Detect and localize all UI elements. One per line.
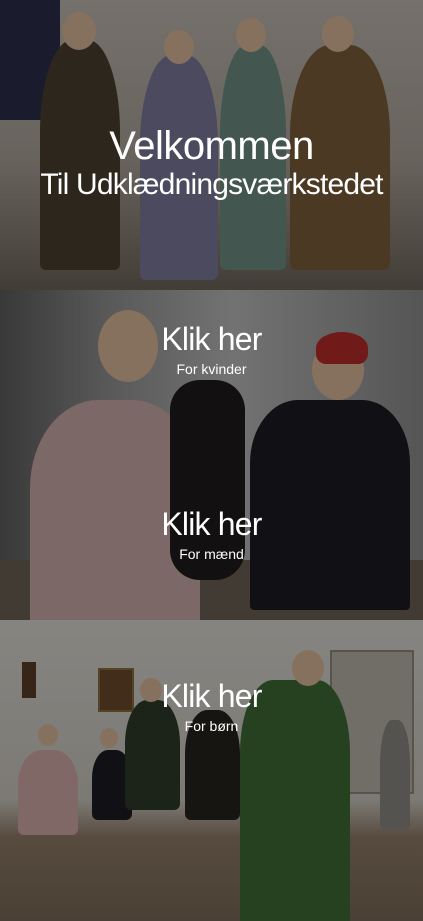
hero-section: Velkommen Til Udklædningsværkstedet — [0, 0, 423, 290]
men-link[interactable]: Klik her For mænd — [0, 506, 423, 563]
men-link-caption: For mænd — [179, 546, 244, 562]
hero-heading: Velkommen Til Udklædningsværkstedet — [0, 124, 423, 202]
kids-link-caption: For børn — [184, 718, 239, 734]
women-link-caption: For kvinder — [176, 361, 247, 377]
men-link-label: Klik her — [161, 506, 262, 542]
kids-overlay — [0, 620, 423, 921]
women-link[interactable]: Klik her For kvinder — [0, 321, 423, 378]
women-men-section: Klik her For kvinder Klik her For mænd — [0, 290, 423, 620]
welcome-title: Velkommen — [109, 124, 314, 168]
kids-section: Klik her For børn — [0, 620, 423, 921]
kids-link[interactable]: Klik her For børn — [0, 678, 423, 735]
kids-link-label: Klik her — [161, 678, 262, 714]
welcome-subtitle: Til Udklædningsværkstedet — [40, 168, 383, 201]
women-link-label: Klik her — [161, 321, 262, 357]
